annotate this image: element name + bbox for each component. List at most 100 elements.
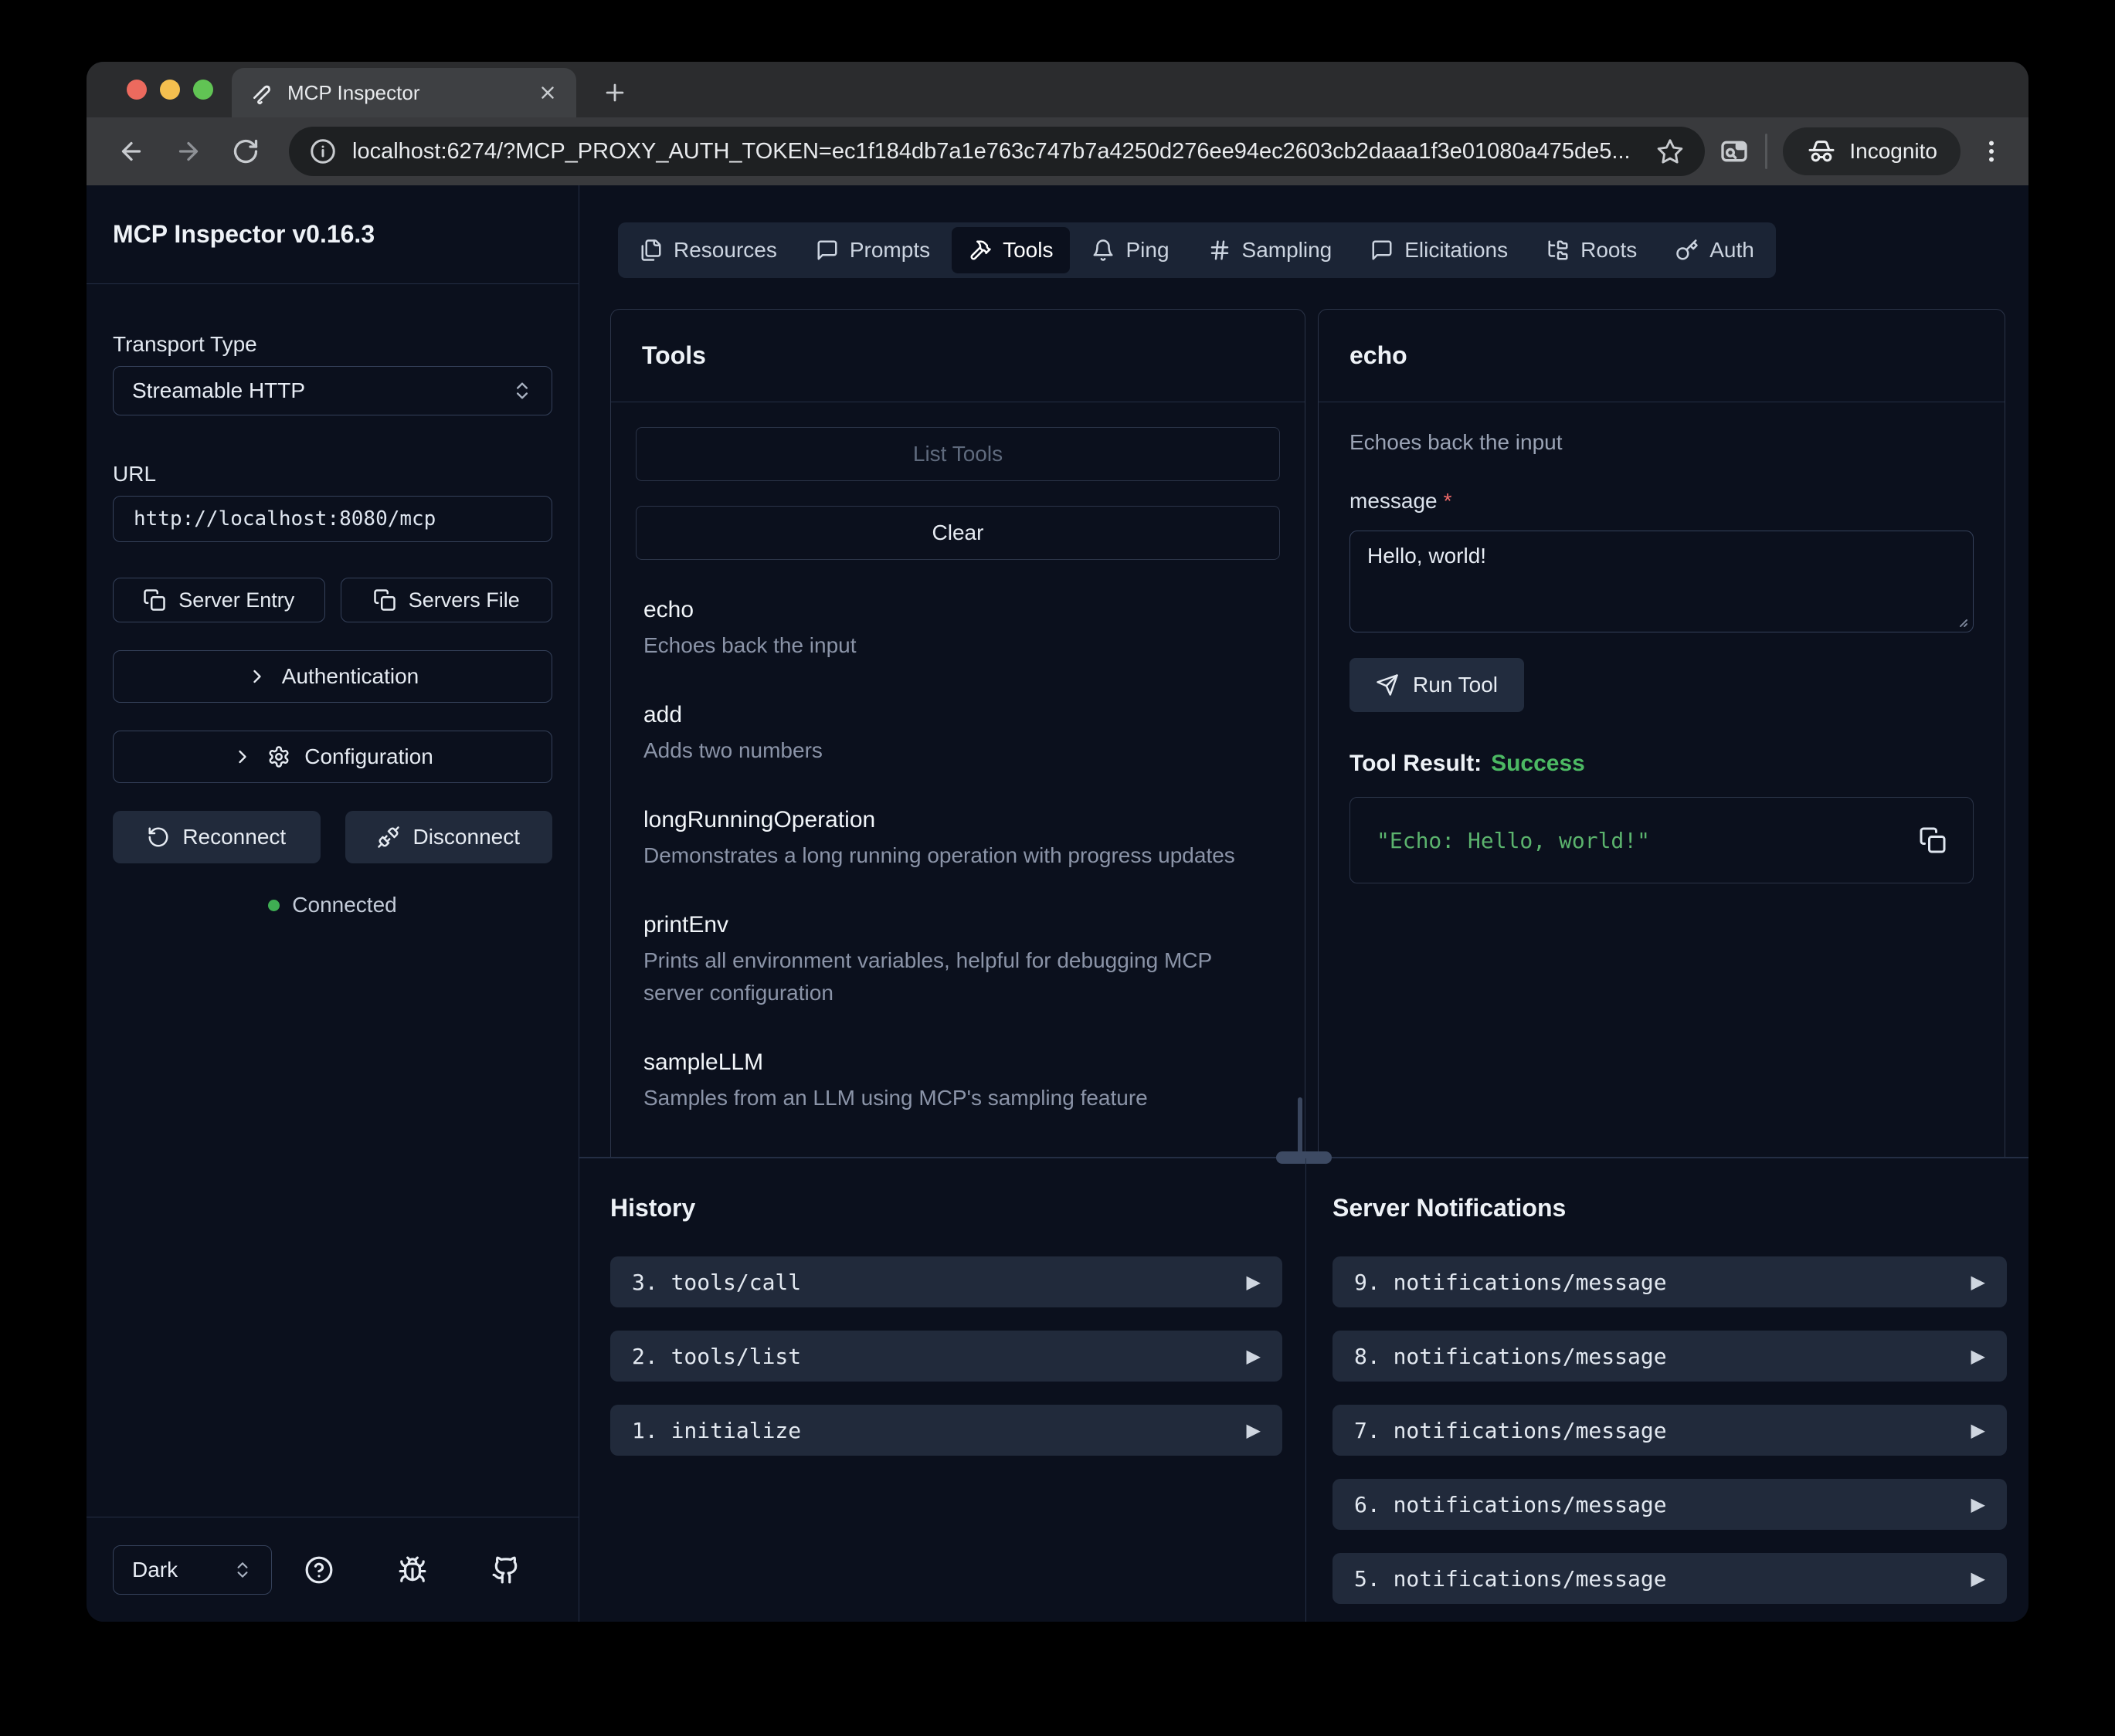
notification-row-label: 6. notifications/message bbox=[1354, 1492, 1971, 1517]
tool-list-item[interactable]: sampleLLM Samples from an LLM using MCP'… bbox=[643, 1049, 1272, 1114]
tool-list-item[interactable]: echo Echoes back the input bbox=[643, 597, 1272, 662]
search-tabs-icon[interactable] bbox=[1719, 136, 1750, 167]
notification-row-label: 5. notifications/message bbox=[1354, 1566, 1971, 1592]
tab-sampling[interactable]: Sampling bbox=[1191, 227, 1349, 273]
history-row-label: 1. initialize bbox=[632, 1418, 1247, 1443]
message-square-icon bbox=[816, 239, 839, 262]
expand-caret-icon: ▶ bbox=[1971, 1494, 1985, 1516]
tab-label: Prompts bbox=[850, 238, 930, 263]
tab-roots[interactable]: Roots bbox=[1529, 227, 1654, 273]
files-icon bbox=[640, 239, 663, 262]
reload-button[interactable] bbox=[224, 130, 267, 173]
tab-label: Auth bbox=[1709, 238, 1754, 263]
tool-description: Echoes back the input bbox=[643, 629, 1272, 662]
reconnect-label: Reconnect bbox=[182, 825, 286, 849]
browser-tab-strip: MCP Inspector bbox=[87, 62, 2028, 117]
feature-tabbar: Resources Prompts Tools bbox=[618, 222, 1776, 278]
notification-row-label: 8. notifications/message bbox=[1354, 1344, 1971, 1369]
tool-description: Demonstrates a long running operation wi… bbox=[643, 839, 1272, 872]
url-text[interactable]: localhost:6274/?MCP_PROXY_AUTH_TOKEN=ec1… bbox=[352, 139, 1640, 164]
history-row[interactable]: 2. tools/list ▶ bbox=[610, 1331, 1282, 1382]
browser-menu-icon[interactable] bbox=[1978, 137, 2005, 165]
message-input[interactable]: Hello, world! bbox=[1349, 531, 1974, 632]
tool-list-item[interactable]: add Adds two numbers bbox=[643, 702, 1272, 767]
tab-elicitations[interactable]: Elicitations bbox=[1353, 227, 1525, 273]
back-button[interactable] bbox=[110, 130, 153, 173]
run-tool-button[interactable]: Run Tool bbox=[1349, 658, 1524, 712]
forward-button[interactable] bbox=[167, 130, 210, 173]
copy-result-icon[interactable] bbox=[1919, 826, 1947, 854]
notification-row[interactable]: 9. notifications/message ▶ bbox=[1332, 1256, 2007, 1307]
expand-caret-icon: ▶ bbox=[1247, 1271, 1261, 1294]
tab-resources[interactable]: Resources bbox=[623, 227, 794, 273]
tab-ping[interactable]: Ping bbox=[1074, 227, 1186, 273]
incognito-badge: Incognito bbox=[1783, 127, 1961, 175]
sidebar: MCP Inspector v0.16.3 Transport Type Str… bbox=[87, 185, 579, 1622]
connected-dot-icon bbox=[268, 900, 280, 911]
resize-grip-icon[interactable] bbox=[1954, 613, 1969, 629]
list-tools-button[interactable]: List Tools bbox=[636, 427, 1280, 481]
minimize-window-button[interactable] bbox=[160, 80, 180, 100]
address-bar[interactable]: localhost:6274/?MCP_PROXY_AUTH_TOKEN=ec1… bbox=[289, 127, 1705, 176]
zoom-window-button[interactable] bbox=[193, 80, 213, 100]
tab-label: Ping bbox=[1125, 238, 1169, 263]
help-icon[interactable] bbox=[304, 1555, 334, 1585]
tool-name: longRunningOperation bbox=[643, 807, 1272, 833]
expand-caret-icon: ▶ bbox=[1247, 1419, 1261, 1442]
tool-description: Samples from an LLM using MCP's sampling… bbox=[643, 1082, 1272, 1114]
reconnect-button[interactable]: Reconnect bbox=[113, 811, 321, 863]
main-content: Resources Prompts Tools bbox=[579, 185, 2028, 1622]
close-window-button[interactable] bbox=[127, 80, 147, 100]
selected-tool-description: Echoes back the input bbox=[1349, 430, 1974, 455]
notification-row[interactable]: 5. notifications/message ▶ bbox=[1332, 1553, 2007, 1604]
notification-row[interactable]: 8. notifications/message ▶ bbox=[1332, 1331, 2007, 1382]
servers-file-button[interactable]: Servers File bbox=[341, 578, 553, 622]
unplug-icon bbox=[377, 826, 400, 849]
theme-value: Dark bbox=[132, 1558, 233, 1582]
history-section: History 3. tools/call ▶ 2. tools/list ▶ … bbox=[579, 1158, 1306, 1622]
tool-list-item[interactable]: longRunningOperation Demonstrates a long… bbox=[643, 807, 1272, 872]
configuration-toggle[interactable]: Configuration bbox=[113, 731, 552, 783]
tab-close-icon[interactable] bbox=[538, 83, 558, 103]
required-marker: * bbox=[1444, 489, 1452, 513]
github-icon[interactable] bbox=[491, 1555, 521, 1585]
bug-icon[interactable] bbox=[398, 1555, 427, 1585]
tool-name: sampleLLM bbox=[643, 1049, 1272, 1076]
gear-icon bbox=[267, 745, 290, 768]
server-url-input[interactable] bbox=[113, 496, 552, 542]
expand-caret-icon: ▶ bbox=[1971, 1345, 1985, 1368]
notification-row-label: 9. notifications/message bbox=[1354, 1270, 1971, 1295]
authentication-label: Authentication bbox=[282, 664, 419, 689]
history-row[interactable]: 1. initialize ▶ bbox=[610, 1405, 1282, 1456]
bookmark-star-icon[interactable] bbox=[1655, 137, 1685, 166]
notification-row[interactable]: 6. notifications/message ▶ bbox=[1332, 1479, 2007, 1530]
tab-tools[interactable]: Tools bbox=[952, 227, 1070, 273]
tab-prompts[interactable]: Prompts bbox=[799, 227, 947, 273]
tool-result-heading: Tool Result:Success bbox=[1349, 751, 1974, 777]
tab-label: Tools bbox=[1003, 238, 1053, 263]
theme-select[interactable]: Dark bbox=[113, 1545, 272, 1595]
authentication-toggle[interactable]: Authentication bbox=[113, 650, 552, 703]
transport-type-select[interactable]: Streamable HTTP bbox=[113, 366, 552, 415]
disconnect-button[interactable]: Disconnect bbox=[345, 811, 553, 863]
tool-list-item[interactable]: printEnv Prints all environment variable… bbox=[643, 912, 1272, 1009]
browser-toolbar: localhost:6274/?MCP_PROXY_AUTH_TOKEN=ec1… bbox=[87, 117, 2028, 185]
tab-label: Elicitations bbox=[1404, 238, 1508, 263]
tool-result-value: "Echo: Hello, world!" bbox=[1377, 828, 1919, 853]
site-info-icon[interactable] bbox=[309, 137, 337, 165]
new-tab-button[interactable] bbox=[596, 74, 633, 111]
notification-row[interactable]: 7. notifications/message ▶ bbox=[1332, 1405, 2007, 1456]
tab-auth[interactable]: Auth bbox=[1658, 227, 1771, 273]
browser-tab[interactable]: MCP Inspector bbox=[232, 68, 576, 117]
server-entry-button[interactable]: Server Entry bbox=[113, 578, 325, 622]
notification-row-label: 7. notifications/message bbox=[1354, 1418, 1971, 1443]
connection-status-label: Connected bbox=[292, 893, 396, 917]
clear-tools-button[interactable]: Clear bbox=[636, 506, 1280, 560]
history-row[interactable]: 3. tools/call ▶ bbox=[610, 1256, 1282, 1307]
transport-type-label: Transport Type bbox=[113, 332, 552, 357]
window-controls bbox=[127, 80, 213, 100]
server-notifications-section: Server Notifications 9. notifications/me… bbox=[1306, 1158, 2028, 1622]
sidebar-footer: Dark bbox=[87, 1517, 579, 1622]
tool-result-box: "Echo: Hello, world!" bbox=[1349, 797, 1974, 883]
scrollbar-thumb[interactable] bbox=[1298, 1097, 1302, 1156]
